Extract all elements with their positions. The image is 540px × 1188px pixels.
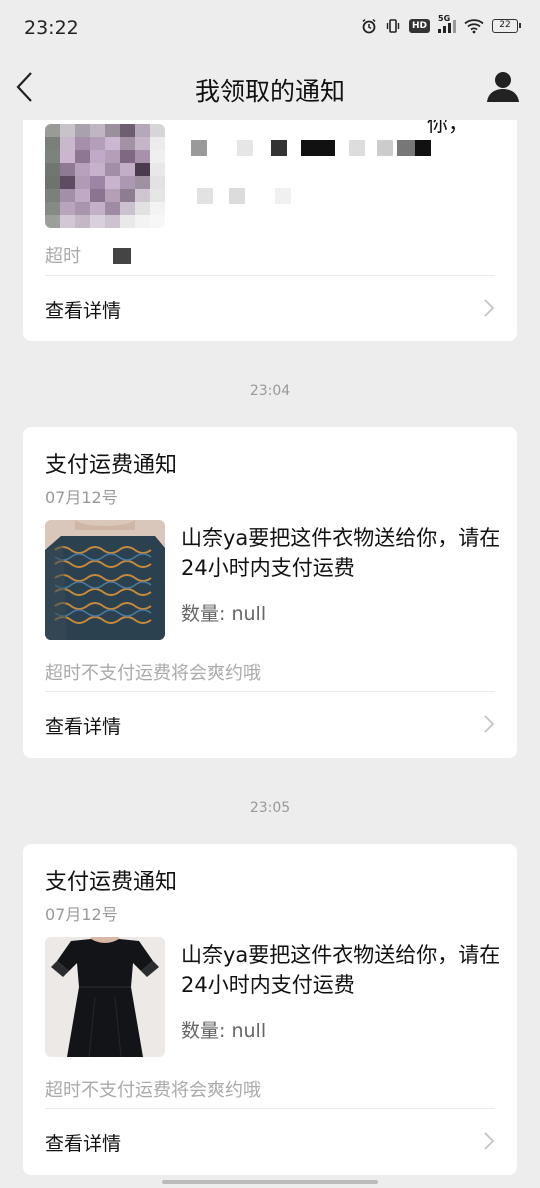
censored-block	[112, 248, 131, 264]
hd-badge: HD	[408, 19, 430, 33]
card-warning: 超时	[45, 242, 305, 264]
dress-image	[45, 937, 165, 1057]
home-indicator[interactable]	[162, 1180, 378, 1184]
vibrate-icon	[386, 19, 400, 33]
signal-icon: 5G	[438, 14, 456, 33]
view-details-label: 查看详情	[45, 300, 122, 322]
wifi-icon	[464, 19, 484, 34]
status-bar: 23:22 HD 5G 22	[0, 0, 540, 58]
card-title: 支付运费通知	[45, 870, 178, 895]
censored-message: 你，	[181, 112, 501, 206]
card-warning: 超时不支付运费将会爽约哦	[45, 1080, 261, 1101]
view-details-label: 查看详情	[45, 716, 122, 738]
quantity-label: 数量:	[181, 603, 232, 625]
notification-card: 支付运费通知 07月12号 山奈ya要把这件衣物送给你，请在24小时内支付运费 …	[23, 427, 517, 758]
quantity-value: null	[231, 603, 267, 625]
quantity-value: null	[231, 1020, 267, 1042]
notification-card: 支付运费通知 07月12号 山奈ya要把这件衣物送给你，请在24小时内支付运费 …	[23, 844, 517, 1175]
clothing-thumbnail[interactable]	[45, 937, 165, 1057]
nav-bar: 我领取的通知	[0, 58, 540, 120]
alarm-icon	[362, 18, 376, 34]
timestamp: 23:04	[249, 383, 291, 399]
card-date: 07月12号	[45, 488, 118, 507]
warning-fragment: 超时	[45, 246, 81, 264]
card-warning: 超时不支付运费将会爽约哦	[45, 663, 261, 684]
battery-icon: 22	[492, 19, 521, 33]
card-message: 山奈ya要把这件衣物送给你，请在24小时内支付运费	[181, 526, 501, 580]
chevron-right-icon	[484, 715, 495, 733]
status-icons: HD 5G 22	[361, 14, 521, 34]
view-details-label: 查看详情	[45, 1133, 122, 1155]
view-details-row[interactable]: 查看详情	[23, 276, 517, 341]
censored-thumbnail	[45, 124, 165, 228]
view-details-row[interactable]: 查看详情	[23, 1109, 517, 1174]
chevron-right-icon	[484, 299, 495, 317]
status-time: 23:22	[24, 17, 79, 39]
quantity-label: 数量:	[181, 1020, 232, 1042]
card-title: 支付运费通知	[45, 453, 178, 478]
card-message: 山奈ya要把这件衣物送给你，请在24小时内支付运费	[181, 943, 501, 997]
clothing-thumbnail[interactable]	[45, 520, 165, 640]
chevron-right-icon	[484, 1132, 495, 1150]
network-label: 5G	[438, 14, 451, 23]
card-quantity: 数量: null	[181, 1016, 266, 1043]
card-quantity: 数量: null	[181, 599, 266, 626]
timestamp: 23:05	[249, 800, 291, 816]
pixelated-image	[45, 124, 165, 228]
card-date: 07月12号	[45, 905, 118, 924]
page-title: 我领取的通知	[194, 77, 345, 106]
view-details-row[interactable]: 查看详情	[23, 692, 517, 757]
blouse-image	[45, 520, 165, 640]
user-icon[interactable]	[484, 68, 522, 106]
